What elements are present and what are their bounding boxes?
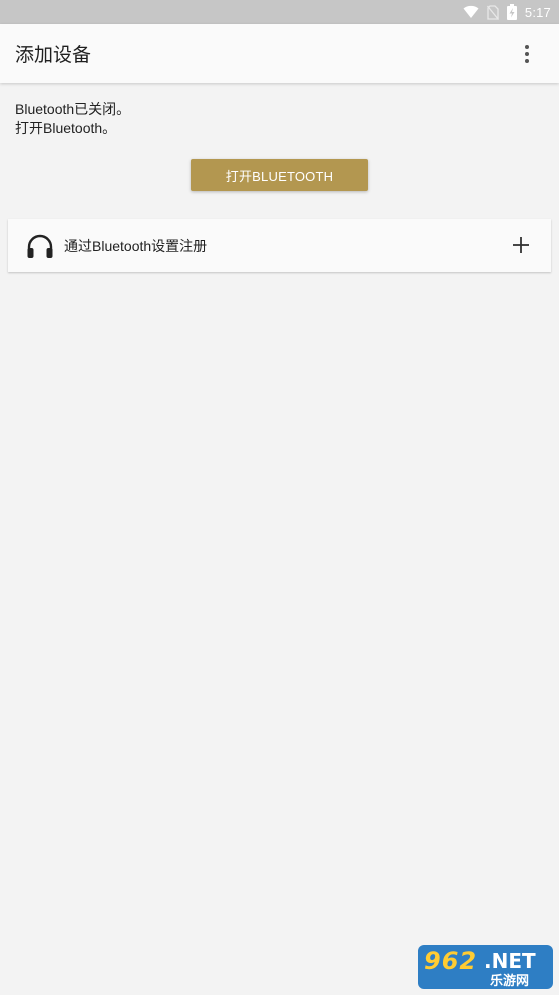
status-icons: 5:17	[463, 3, 551, 21]
bluetooth-status-line2: 打开Bluetooth。	[15, 120, 117, 136]
status-time: 5:17	[524, 4, 551, 20]
battery-charging-icon	[506, 4, 517, 20]
bluetooth-status-text: Bluetooth已关闭。 打开Bluetooth。	[15, 100, 130, 138]
wifi-icon	[463, 5, 479, 18]
bluetooth-status-line1: Bluetooth已关闭。	[15, 101, 131, 117]
page-title: 添加设备	[15, 44, 92, 66]
register-item-label: 通过Bluetooth设置注册	[64, 238, 208, 254]
watermark-subtitle: 乐游网	[490, 974, 530, 989]
watermark-logo: 962 .NET 乐游网	[418, 945, 553, 989]
no-sim-icon	[486, 4, 499, 20]
watermark-brand: 962	[424, 947, 478, 975]
enable-bluetooth-button[interactable]: 打开BLUETOOTH	[191, 159, 368, 191]
status-bar: 5:17	[0, 0, 559, 24]
plus-icon[interactable]	[511, 235, 531, 255]
more-vert-icon[interactable]	[517, 42, 537, 66]
headphones-icon	[27, 234, 53, 258]
app-bar: 添加设备	[0, 24, 559, 83]
menu-dot	[525, 52, 529, 56]
menu-dot	[525, 59, 529, 63]
menu-dot	[525, 45, 529, 49]
register-via-bluetooth-item[interactable]: 通过Bluetooth设置注册	[8, 219, 551, 272]
